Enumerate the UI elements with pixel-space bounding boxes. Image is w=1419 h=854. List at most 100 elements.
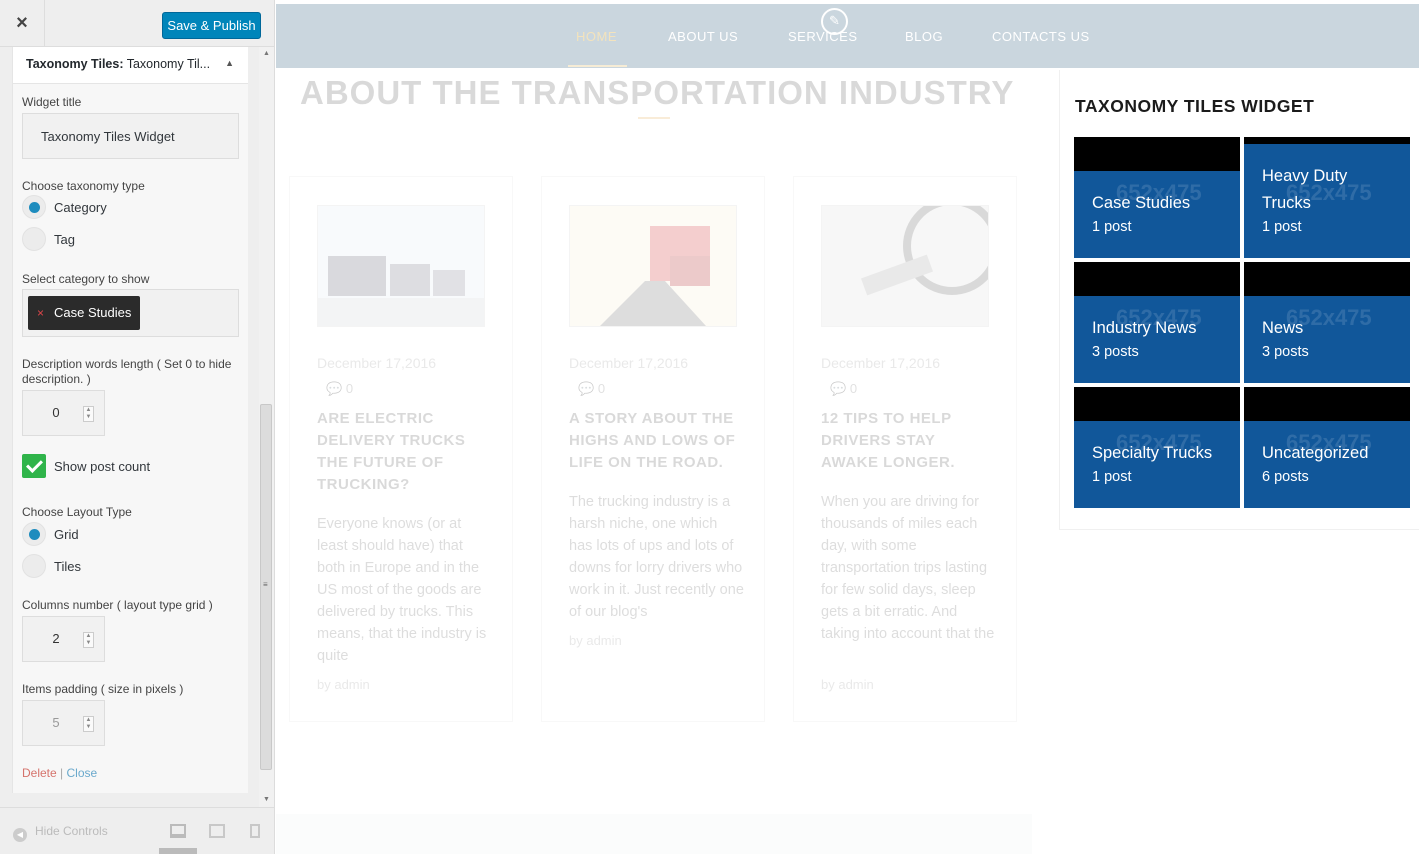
post-title[interactable]: 12 TIPS TO HELP DRIVERS STAY AWAKE LONGE…: [821, 408, 996, 474]
taxonomy-tile[interactable]: 652x475 News 3 posts: [1244, 262, 1410, 383]
actions-separator: |: [60, 766, 64, 780]
radio-category-label: Category: [54, 200, 107, 215]
desktop-preview-icon[interactable]: [170, 824, 186, 838]
radio-grid-label: Grid: [54, 527, 79, 542]
post-thumbnail[interactable]: [821, 197, 1001, 327]
widget-header-title: Taxonomy Tiles: Taxonomy Til...: [26, 57, 211, 71]
radio-tiles-label: Tiles: [54, 559, 81, 574]
customizer-screen: × Save & Publish Taxonomy Tiles: Taxonom…: [0, 0, 1419, 854]
nav-item-services[interactable]: SERVICES: [788, 29, 858, 44]
comment-count[interactable]: 💬 0: [830, 381, 857, 397]
taxonomy-tile[interactable]: 652x475 Heavy Duty Trucks 1 post: [1244, 137, 1410, 258]
active-device-indicator: [159, 848, 197, 854]
show-post-count-label: Show post count: [54, 459, 151, 474]
widget-title-label: Widget title: [22, 95, 82, 109]
post-author[interactable]: by admin: [821, 677, 874, 692]
radio-tag[interactable]: [22, 227, 46, 251]
comment-icon: 💬: [326, 381, 343, 396]
spinner-icon[interactable]: ▲ ▼: [83, 716, 94, 732]
collapse-caret-icon[interactable]: ▲: [225, 58, 234, 68]
scrollbar-thumb[interactable]: ≡: [260, 404, 272, 770]
customizer-header: × Save & Publish: [0, 0, 274, 47]
spinner-icon[interactable]: ▲ ▼: [83, 406, 94, 422]
desc-length-label: Description words length ( Set 0 to hide…: [22, 357, 232, 386]
chip-remove-icon[interactable]: ×: [37, 296, 44, 330]
tile-topbar: [1244, 262, 1410, 296]
comment-count[interactable]: 💬 0: [326, 381, 353, 397]
customizer-sidebar: × Save & Publish Taxonomy Tiles: Taxonom…: [0, 0, 275, 854]
post-card[interactable]: December 17,2016 💬 0 12 TIPS TO HELP DRI…: [793, 176, 1017, 722]
taxonomy-tile[interactable]: 652x475 Specialty Trucks 1 post: [1074, 387, 1240, 508]
scroll-up-icon[interactable]: ▲: [263, 50, 270, 57]
columns-label: Columns number ( layout type grid ): [22, 598, 213, 612]
padding-input[interactable]: 5 ▲ ▼: [22, 700, 105, 746]
post-thumbnail[interactable]: [569, 205, 737, 327]
taxonomy-tile[interactable]: 652x475 Uncategorized 6 posts: [1244, 387, 1410, 508]
post-author[interactable]: by admin: [569, 633, 622, 648]
columns-input[interactable]: 2 ▲ ▼: [22, 616, 105, 662]
footer-strip: [276, 814, 1032, 854]
post-title[interactable]: ARE ELECTRIC DELIVERY TRUCKS THE FUTURE …: [317, 408, 492, 496]
hide-controls-button[interactable]: ◀ Hide Controls: [13, 824, 108, 842]
taxonomy-tile[interactable]: 652x475 Industry News 3 posts: [1074, 262, 1240, 383]
close-link[interactable]: Close: [67, 766, 98, 780]
radio-grid[interactable]: [22, 522, 46, 546]
sidebar-scrollbar[interactable]: ▲ ≡ ▼: [259, 47, 274, 807]
widget-panel: Taxonomy Tiles: Taxonomy Til... ▲ Widget…: [12, 47, 248, 793]
post-thumbnail[interactable]: [317, 205, 485, 327]
save-publish-button[interactable]: Save & Publish: [162, 12, 261, 39]
tile-count: 1 post: [1262, 219, 1302, 235]
post-excerpt: The trucking industry is a harsh niche, …: [569, 494, 744, 620]
widget-form: Widget title Taxonomy Tiles Widget Choos…: [13, 84, 248, 793]
widget-header[interactable]: Taxonomy Tiles: Taxonomy Til... ▲: [13, 47, 248, 84]
edit-pencil-icon[interactable]: ✎: [821, 8, 848, 35]
mobile-preview-icon[interactable]: [250, 824, 260, 838]
nav-item-home[interactable]: HOME: [576, 29, 617, 44]
show-post-count-checkbox[interactable]: [22, 454, 46, 478]
tile-count: 1 post: [1092, 469, 1132, 485]
category-select[interactable]: × Case Studies: [22, 289, 239, 337]
post-author[interactable]: by admin: [317, 677, 370, 692]
comment-count-value: 0: [345, 381, 354, 396]
tile-name: Industry News: [1092, 319, 1197, 337]
radio-tiles[interactable]: [22, 554, 46, 578]
customizer-footer: ◀ Hide Controls: [0, 807, 274, 854]
padding-label: Items padding ( size in pixels ): [22, 682, 184, 696]
radio-tag-label: Tag: [54, 232, 75, 247]
taxonomy-tiles-widget: TAXONOMY TILES WIDGET 652x475 Case Studi…: [1059, 70, 1419, 530]
post-card[interactable]: December 17,2016 💬 0 A STORY ABOUT THE H…: [541, 176, 765, 722]
close-icon[interactable]: ×: [0, 0, 45, 47]
post-card[interactable]: December 17,2016 💬 0 ARE ELECTRIC DELIVE…: [289, 176, 513, 722]
nav-item-contacts[interactable]: CONTACTS US: [992, 29, 1090, 44]
columns-value: 2: [52, 631, 60, 646]
tile-name: Heavy Duty Trucks: [1262, 167, 1348, 212]
comment-icon: 💬: [830, 381, 847, 396]
tile-count: 3 posts: [1092, 344, 1139, 360]
tile-name: Uncategorized: [1262, 444, 1369, 462]
category-select-label: Select category to show: [22, 272, 150, 286]
active-nav-underline: [568, 65, 627, 67]
tile-count: 1 post: [1092, 219, 1132, 235]
delete-link[interactable]: Delete: [22, 766, 57, 780]
nav-item-about[interactable]: ABOUT US: [668, 29, 738, 44]
comment-count[interactable]: 💬 0: [578, 381, 605, 397]
widget-title-input[interactable]: Taxonomy Tiles Widget: [22, 113, 239, 159]
taxonomy-tile[interactable]: 652x475 Case Studies 1 post: [1074, 137, 1240, 258]
tablet-preview-icon[interactable]: [209, 824, 225, 838]
grip-icon: ≡: [263, 580, 268, 589]
desc-length-input[interactable]: 0 ▲ ▼: [22, 390, 105, 436]
post-excerpt: Everyone knows (or at least should have)…: [317, 516, 487, 664]
post-date: December 17,2016: [821, 355, 941, 371]
section-title: ABOUT THE TRANSPORTATION INDUSTRY: [300, 74, 1015, 111]
nav-item-blog[interactable]: BLOG: [905, 29, 943, 44]
tile-topbar: [1244, 137, 1410, 144]
post-date: December 17,2016: [569, 355, 689, 371]
comment-count-value: 0: [849, 381, 858, 396]
title-divider: [638, 117, 670, 119]
comment-icon: 💬: [578, 381, 595, 396]
scroll-down-icon[interactable]: ▼: [263, 796, 270, 803]
post-title[interactable]: A STORY ABOUT THE HIGHS AND LOWS OF LIFE…: [569, 408, 744, 474]
radio-category[interactable]: [22, 195, 46, 219]
spinner-icon[interactable]: ▲ ▼: [83, 632, 94, 648]
hide-controls-label: Hide Controls: [35, 824, 108, 838]
